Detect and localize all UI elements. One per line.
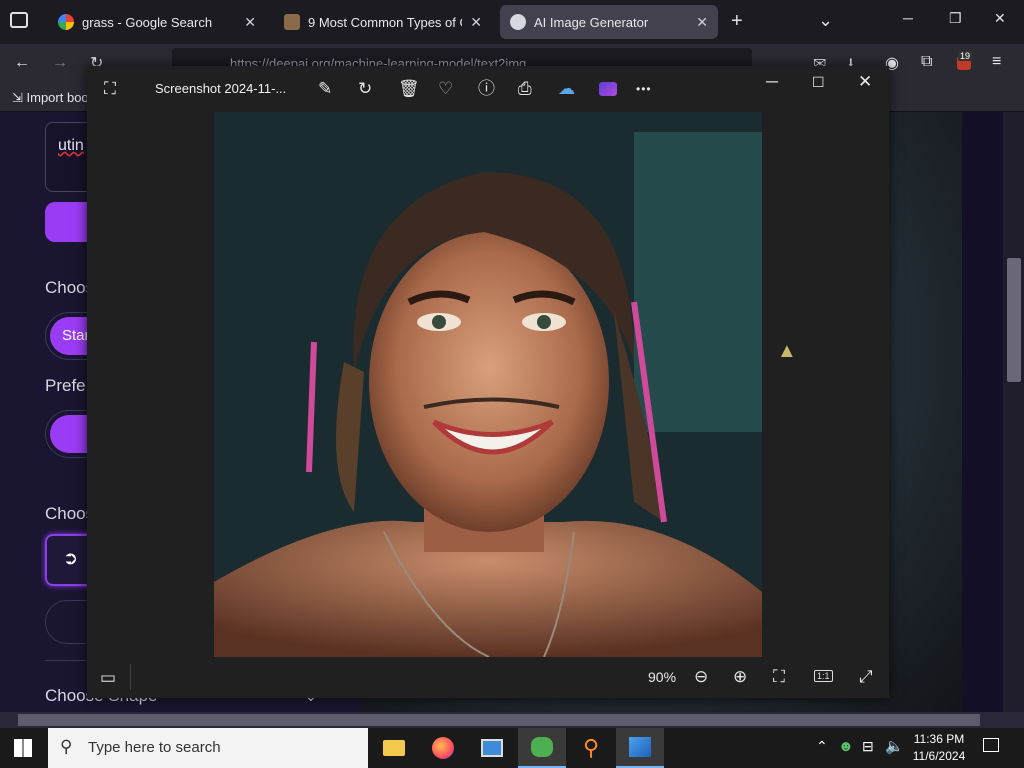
folder-icon (383, 740, 405, 756)
onedrive-icon[interactable]: ☁ (558, 79, 575, 99)
tab-title: 9 Most Common Types of Grass (308, 14, 462, 30)
new-tab-button[interactable]: + (731, 10, 743, 33)
favorite-heart-icon[interactable]: ♡ (438, 79, 453, 99)
viewer-title: Screenshot 2024-11-... (155, 81, 287, 96)
fullscreen-icon[interactable]: ⤢ (859, 667, 873, 687)
displayed-photo (214, 112, 762, 657)
windows-start-icon[interactable] (14, 739, 32, 757)
import-icon: ⇲ (12, 90, 27, 105)
back-arrow-icon[interactable]: ← (14, 54, 30, 72)
extension-badge: 19 (958, 51, 973, 61)
taskbar-gaming-app[interactable] (518, 728, 566, 768)
more-options-icon[interactable]: ••• (636, 79, 652, 99)
portrait-image (214, 112, 762, 657)
taskbar-search-box[interactable]: ⚲ Type here to search (48, 728, 368, 768)
google-icon (58, 14, 74, 30)
window-app-icon (481, 739, 503, 757)
clock-time: 11:36 PM (913, 732, 965, 746)
fit-to-window-icon[interactable]: ⛶ (773, 667, 785, 687)
gallery-icon[interactable]: ⛶ (104, 79, 116, 99)
tab-grass-types[interactable]: 9 Most Common Types of Grass ✕ (274, 5, 492, 39)
page-horizontal-scrollbar[interactable] (0, 712, 1024, 728)
taskbar-search-app[interactable]: ⚲ (567, 728, 615, 768)
deepai-icon (510, 14, 526, 30)
search-icon: ⚲ (60, 737, 73, 756)
delete-icon[interactable]: 🗑 (398, 79, 420, 99)
tab-overview-icon[interactable] (10, 12, 28, 28)
tab-close-icon[interactable]: ✕ (244, 14, 256, 31)
browser-restore-button[interactable]: ❐ (949, 10, 962, 27)
taskbar-photos[interactable] (616, 728, 664, 768)
browser-minimize-button[interactable]: ─ (903, 10, 913, 26)
magnifier-app-icon: ⚲ (582, 735, 600, 760)
filmstrip-icon[interactable]: ▭ (100, 668, 116, 688)
viewer-minimize-button[interactable]: ─ (766, 72, 778, 92)
tab-list-button[interactable]: ⌄ (818, 10, 833, 31)
rotate-icon[interactable]: ↻ (358, 79, 372, 99)
forward-arrow-icon[interactable]: → (52, 54, 68, 72)
user-tray-icon[interactable]: ☻ (838, 738, 854, 755)
tab-close-icon[interactable]: ✕ (696, 14, 708, 31)
toolbar-divider (130, 664, 131, 690)
preference-label: Prefe (45, 376, 86, 395)
cursor-icon: ▲ (777, 340, 797, 362)
viewer-maximize-button[interactable]: ☐ (812, 72, 825, 92)
zoom-out-icon[interactable]: ⊖ (694, 667, 708, 687)
deepai-logo-icon: ➲ (63, 548, 79, 568)
tab-title: grass - Google Search (82, 14, 213, 30)
notification-center-icon[interactable] (983, 738, 999, 752)
viewer-close-button[interactable]: ✕ (858, 72, 872, 92)
page-thumbnail-icon (284, 14, 300, 30)
tab-close-icon[interactable]: ✕ (470, 14, 482, 31)
clock-date: 11/6/2024 (912, 749, 966, 763)
zoom-level: 90% (648, 669, 677, 685)
taskbar-firefox[interactable] (419, 728, 467, 768)
menu-icon[interactable]: ≡ (992, 53, 1001, 71)
edit-image-icon[interactable]: ✎ (318, 79, 332, 99)
browser-tab-strip: grass - Google Search ✕ 9 Most Common Ty… (0, 0, 1024, 44)
tab-google-search[interactable]: grass - Google Search ✕ (48, 5, 266, 39)
search-placeholder: Type here to search (88, 739, 221, 756)
clipchamp-icon[interactable] (599, 82, 617, 96)
info-icon[interactable]: ⓘ (478, 79, 495, 99)
browser-close-button[interactable]: ✕ (994, 10, 1006, 27)
taskbar-clock[interactable]: 11:36 PM 11/6/2024 (900, 731, 978, 765)
network-icon[interactable]: ⊟ (862, 738, 874, 755)
show-hidden-icons-chevron-icon[interactable]: ⌃ (816, 738, 828, 755)
page-vertical-scrollbar[interactable] (1003, 112, 1024, 712)
prompt-text: utin (58, 137, 84, 154)
scrollbar-thumb[interactable] (1007, 258, 1021, 382)
actual-size-icon[interactable]: 1:1 (814, 670, 833, 682)
green-app-icon (531, 737, 553, 757)
hscroll-thumb[interactable] (18, 714, 980, 726)
tab-title: AI Image Generator (534, 14, 649, 30)
firefox-icon (432, 737, 454, 759)
photos-icon (629, 737, 651, 757)
zoom-in-icon[interactable]: ⊕ (733, 667, 747, 687)
taskbar-file-explorer[interactable] (370, 728, 418, 768)
extensions-icon[interactable]: ⧉ (921, 53, 932, 71)
taskbar-app-window[interactable] (468, 728, 516, 768)
print-icon[interactable]: ⎙ (518, 79, 532, 99)
tab-ai-image-generator[interactable]: AI Image Generator ✕ (500, 5, 718, 39)
